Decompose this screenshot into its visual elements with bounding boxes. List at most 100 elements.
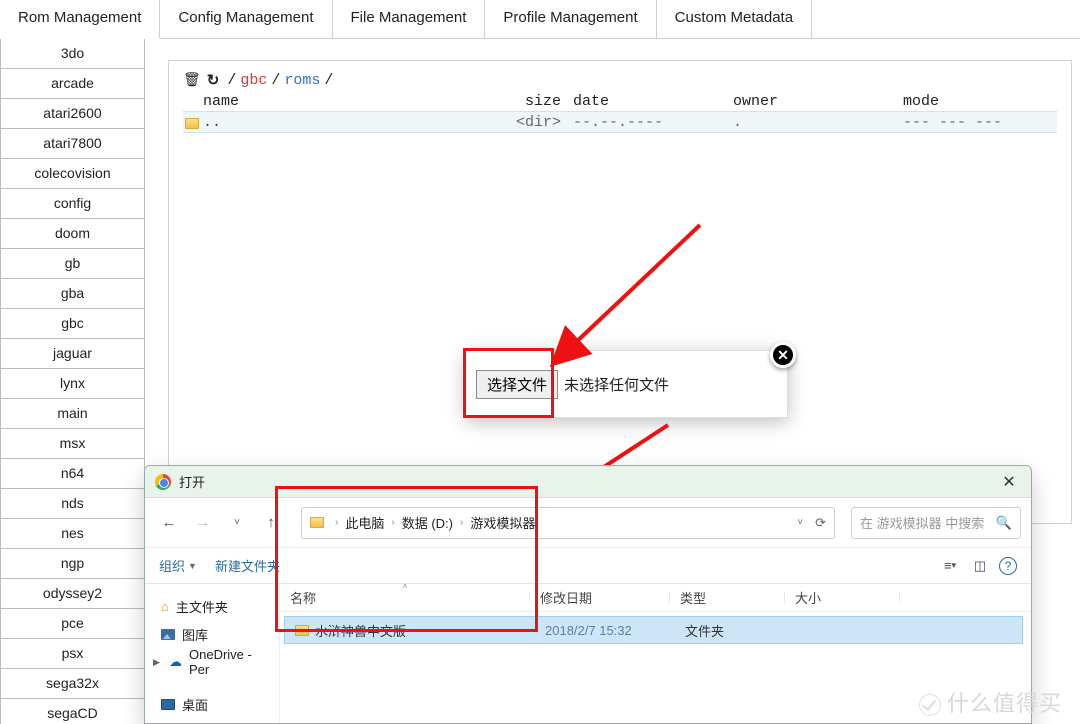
sidebar-item-segacd[interactable]: segaCD bbox=[0, 699, 145, 724]
sidebar-item-gb[interactable]: gb bbox=[0, 249, 145, 279]
side-onedrive[interactable]: ▶☁OneDrive - Per bbox=[149, 648, 275, 676]
folder-icon bbox=[185, 118, 199, 129]
chrome-icon bbox=[155, 474, 171, 490]
sidebar-item-config[interactable]: config bbox=[0, 189, 145, 219]
sidebar-item-atari2600[interactable]: atari2600 bbox=[0, 99, 145, 129]
help-icon[interactable]: ? bbox=[999, 557, 1017, 575]
col-name[interactable]: name bbox=[183, 93, 493, 110]
file-chooser-popup: 选择文件 未选择任何文件 ✕ bbox=[465, 350, 788, 418]
sidebar-item-n64[interactable]: n64 bbox=[0, 459, 145, 489]
item-name: 水浒神兽中文版 bbox=[315, 621, 406, 640]
nav-back-button[interactable]: ← bbox=[155, 509, 183, 537]
row-name: .. bbox=[203, 112, 221, 134]
organize-button[interactable]: 组织 ▼ bbox=[159, 556, 197, 575]
tab-custom-metadata[interactable]: Custom Metadata bbox=[657, 0, 812, 39]
search-icon: 🔍 bbox=[996, 515, 1012, 531]
col-mode[interactable]: mode bbox=[903, 93, 1033, 110]
oscol-type[interactable]: 类型 bbox=[670, 588, 785, 607]
sidebar-item-atari7800[interactable]: atari7800 bbox=[0, 129, 145, 159]
oscol-size[interactable]: 大小 bbox=[785, 588, 900, 607]
dialog-title-text: 打开 bbox=[179, 472, 205, 491]
sidebar-item-msx[interactable]: msx bbox=[0, 429, 145, 459]
col-date[interactable]: date bbox=[573, 93, 733, 110]
sidebar-item-colecovision[interactable]: colecovision bbox=[0, 159, 145, 189]
path-seg-gbc[interactable]: gbc bbox=[240, 72, 267, 89]
new-folder-button[interactable]: 新建文件夹 bbox=[215, 556, 280, 575]
sidebar-item-gbc[interactable]: gbc bbox=[0, 309, 145, 339]
trash-icon[interactable]: 🗑 bbox=[183, 72, 201, 89]
row-mode: --- --- --- bbox=[903, 112, 1033, 134]
tab-config-management[interactable]: Config Management bbox=[160, 0, 332, 39]
refresh-icon[interactable]: ↻ bbox=[207, 71, 220, 90]
desktop-icon bbox=[161, 699, 175, 710]
sidebar-item-psx[interactable]: psx bbox=[0, 639, 145, 669]
gallery-icon bbox=[161, 629, 175, 640]
view-list-icon[interactable]: ≡ ▾ bbox=[939, 555, 961, 577]
sidebar-item-nes[interactable]: nes bbox=[0, 519, 145, 549]
crumb-this-pc[interactable]: 此电脑 bbox=[341, 513, 388, 532]
expand-icon[interactable]: ▶ bbox=[153, 657, 160, 668]
sidebar-item-doom[interactable]: doom bbox=[0, 219, 145, 249]
folder-icon bbox=[310, 517, 324, 528]
tab-file-management[interactable]: File Management bbox=[333, 0, 486, 39]
top-tabs: Rom Management Config Management File Ma… bbox=[0, 0, 1080, 39]
side-home[interactable]: ⌂主文件夹 bbox=[149, 592, 275, 620]
side-desktop[interactable]: 桌面 bbox=[149, 690, 275, 718]
sidebar-item-sega32x[interactable]: sega32x bbox=[0, 669, 145, 699]
os-open-dialog: 打开 ✕ ← → ˅ ↑ › 此电脑 › 数据 (D:) › 游戏模拟器 ˅⟳ … bbox=[144, 465, 1032, 724]
col-owner[interactable]: owner bbox=[733, 93, 903, 110]
address-dropdown-icon[interactable]: ˅ bbox=[797, 517, 803, 528]
crumb-drive-d[interactable]: 数据 (D:) bbox=[398, 513, 457, 532]
dialog-nav-bar: ← → ˅ ↑ › 此电脑 › 数据 (D:) › 游戏模拟器 ˅⟳ 在 游戏模… bbox=[145, 498, 1031, 548]
row-size: <dir> bbox=[493, 112, 573, 134]
choose-file-status: 未选择任何文件 bbox=[564, 374, 669, 395]
sidebar-item-ngp[interactable]: ngp bbox=[0, 549, 145, 579]
close-chooser-button[interactable]: ✕ bbox=[770, 342, 796, 368]
tab-rom-management[interactable]: Rom Management bbox=[0, 0, 160, 39]
oscol-date[interactable]: 修改日期 bbox=[530, 588, 670, 607]
sidebar-item-jaguar[interactable]: jaguar bbox=[0, 339, 145, 369]
crumb-folder[interactable]: 游戏模拟器 bbox=[466, 513, 539, 532]
nav-recent-button[interactable]: ˅ bbox=[223, 509, 251, 537]
choose-file-button[interactable]: 选择文件 bbox=[476, 370, 558, 399]
dialog-columns-header: ˄名称 修改日期 类型 大小 bbox=[280, 584, 1031, 612]
dialog-close-button[interactable]: ✕ bbox=[997, 472, 1021, 492]
sidebar-item-pce[interactable]: pce bbox=[0, 609, 145, 639]
home-icon: ⌂ bbox=[161, 599, 169, 614]
item-date: 2018/2/7 15:32 bbox=[535, 623, 675, 638]
sidebar-item-lynx[interactable]: lynx bbox=[0, 369, 145, 399]
sidebar-item-odyssey2[interactable]: odyssey2 bbox=[0, 579, 145, 609]
dialog-file-row[interactable]: 水浒神兽中文版 2018/2/7 15:32 文件夹 bbox=[284, 616, 1023, 644]
side-gallery[interactable]: 图库 bbox=[149, 620, 275, 648]
sidebar-item-arcade[interactable]: arcade bbox=[0, 69, 145, 99]
path-bar: 🗑 ↻ /gbc/roms/ bbox=[183, 71, 1057, 90]
sidebar-item-3do[interactable]: 3do bbox=[0, 39, 145, 69]
view-preview-icon[interactable]: ◫ bbox=[969, 555, 991, 577]
row-owner: . bbox=[733, 112, 903, 134]
dialog-sidebar: ⌂主文件夹 图库 ▶☁OneDrive - Per 桌面 bbox=[145, 584, 280, 723]
dialog-file-list: ˄名称 修改日期 类型 大小 水浒神兽中文版 2018/2/7 15:32 文件… bbox=[280, 584, 1031, 723]
sidebar-item-gba[interactable]: gba bbox=[0, 279, 145, 309]
col-size[interactable]: size bbox=[493, 93, 573, 110]
row-date: --.--.---- bbox=[573, 112, 733, 134]
dialog-titlebar: 打开 ✕ bbox=[145, 466, 1031, 498]
tab-profile-management[interactable]: Profile Management bbox=[485, 0, 656, 39]
address-bar[interactable]: › 此电脑 › 数据 (D:) › 游戏模拟器 ˅⟳ bbox=[301, 507, 835, 539]
sidebar-item-nds[interactable]: nds bbox=[0, 489, 145, 519]
dialog-search-box[interactable]: 在 游戏模拟器 中搜索 🔍 bbox=[851, 507, 1021, 539]
search-placeholder: 在 游戏模拟器 中搜索 bbox=[860, 513, 984, 532]
cloud-icon: ☁ bbox=[169, 654, 182, 670]
file-row-parent[interactable]: .. <dir> --.--.---- . --- --- --- bbox=[183, 111, 1057, 133]
address-refresh-icon[interactable]: ⟳ bbox=[815, 515, 826, 531]
item-type: 文件夹 bbox=[675, 621, 790, 640]
folder-icon bbox=[295, 625, 309, 636]
sidebar-item-main[interactable]: main bbox=[0, 399, 145, 429]
nav-forward-button[interactable]: → bbox=[189, 509, 217, 537]
file-columns-header: name size date owner mode bbox=[183, 93, 1057, 110]
nav-up-button[interactable]: ↑ bbox=[257, 509, 285, 537]
system-sidebar: 3do arcade atari2600 atari7800 colecovis… bbox=[0, 39, 145, 724]
dialog-toolbar: 组织 ▼ 新建文件夹 ≡ ▾ ◫ ? bbox=[145, 548, 1031, 584]
file-browser-panel: 🗑 ↻ /gbc/roms/ name size date owner mode… bbox=[168, 60, 1072, 524]
path-seg-roms[interactable]: roms bbox=[284, 72, 320, 89]
oscol-name[interactable]: ˄名称 bbox=[280, 588, 530, 607]
